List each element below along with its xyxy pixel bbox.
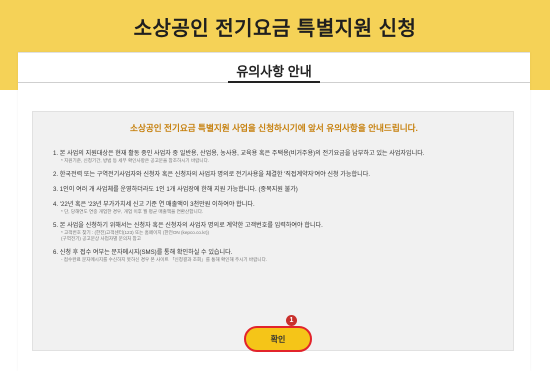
notice-item-text: 5. 본 사업을 신청하기 위해서는 신청자 혹은 신청자의 사업자 명의로 계… [53,222,323,229]
notice-intro: 소상공인 전기요금 특별지원 사업을 신청하시기에 앞서 유의사항을 안내드립니… [130,123,418,133]
notice-item-note: - 접수완료 문자메시지를 수신하지 못하신 경우 본 사이트 「신청결과 조회… [61,257,268,262]
notice-item-text: 1. 본 사업의 지원대상은 현재 활동 중인 사업자 중 일반용, 산업용, … [53,150,425,157]
notice-item: 1. 본 사업의 지원대상은 현재 활동 중인 사업자 중 일반용, 산업용, … [53,150,503,164]
content-panel: 유의사항 안내 소상공인 전기요금 특별지원 사업을 신청하시기에 앞서 유의사… [18,52,530,371]
notice-item-text: 2. 한국전력 또는 구역전기사업자와 신청자 혹은 신청자의 사업자 명의로 … [53,171,371,178]
section-title: 유의사항 안내 [236,64,312,79]
notice-item: 4. '22년 혹은 '23년 부가가치세 신고 기준 연 매출액이 3천만원 … [53,201,503,215]
notice-list: 1. 본 사업의 지원대상은 현재 활동 중인 사업자 중 일반용, 산업용, … [53,150,503,270]
notice-item-text: 6. 신청 후 접수 여부는 문자메시지(SMS)를 통해 확인하실 수 있습니… [53,249,233,256]
notice-item-note: * 단, 당해연도 연중 개업한 경우, 개업 이후 월 평균 매출액을 연환산… [61,209,204,214]
notice-item: 5. 본 사업을 신청하기 위해서는 신청자 혹은 신청자의 사업자 명의로 계… [53,222,503,242]
notice-item: 2. 한국전력 또는 구역전기사업자와 신청자 혹은 신청자의 사업자 명의로 … [53,171,503,179]
confirm-button[interactable]: 확인 [244,326,312,352]
section-title-underline [228,81,320,83]
notice-item: 3. 1인이 여러 개 사업체를 운영하더라도 1인 1개 사업장에 한해 지원… [53,186,503,194]
notice-item-note: * 지원기준, 신청기간, 방법 등 세부 확인사항은 공고문을 참조하시기 바… [61,158,210,163]
notice-item-text: 4. '22년 혹은 '23년 부가가치세 신고 기준 연 매출액이 3천만원 … [53,201,255,208]
step-marker-badge: 1 [286,315,297,326]
notice-item-note: (구역전기) 공고문상 사업자별 문의처 참고 [61,236,142,241]
notice-box: 소상공인 전기요금 특별지원 사업을 신청하시기에 앞서 유의사항을 안내드립니… [32,111,514,351]
notice-item: 6. 신청 후 접수 여부는 문자메시지(SMS)를 통해 확인하실 수 있습니… [53,249,503,263]
page-title: 소상공인 전기요금 특별지원 신청 [133,18,417,40]
notice-item-text: 3. 1인이 여러 개 사업체를 운영하더라도 1인 1개 사업장에 한해 지원… [53,186,298,193]
